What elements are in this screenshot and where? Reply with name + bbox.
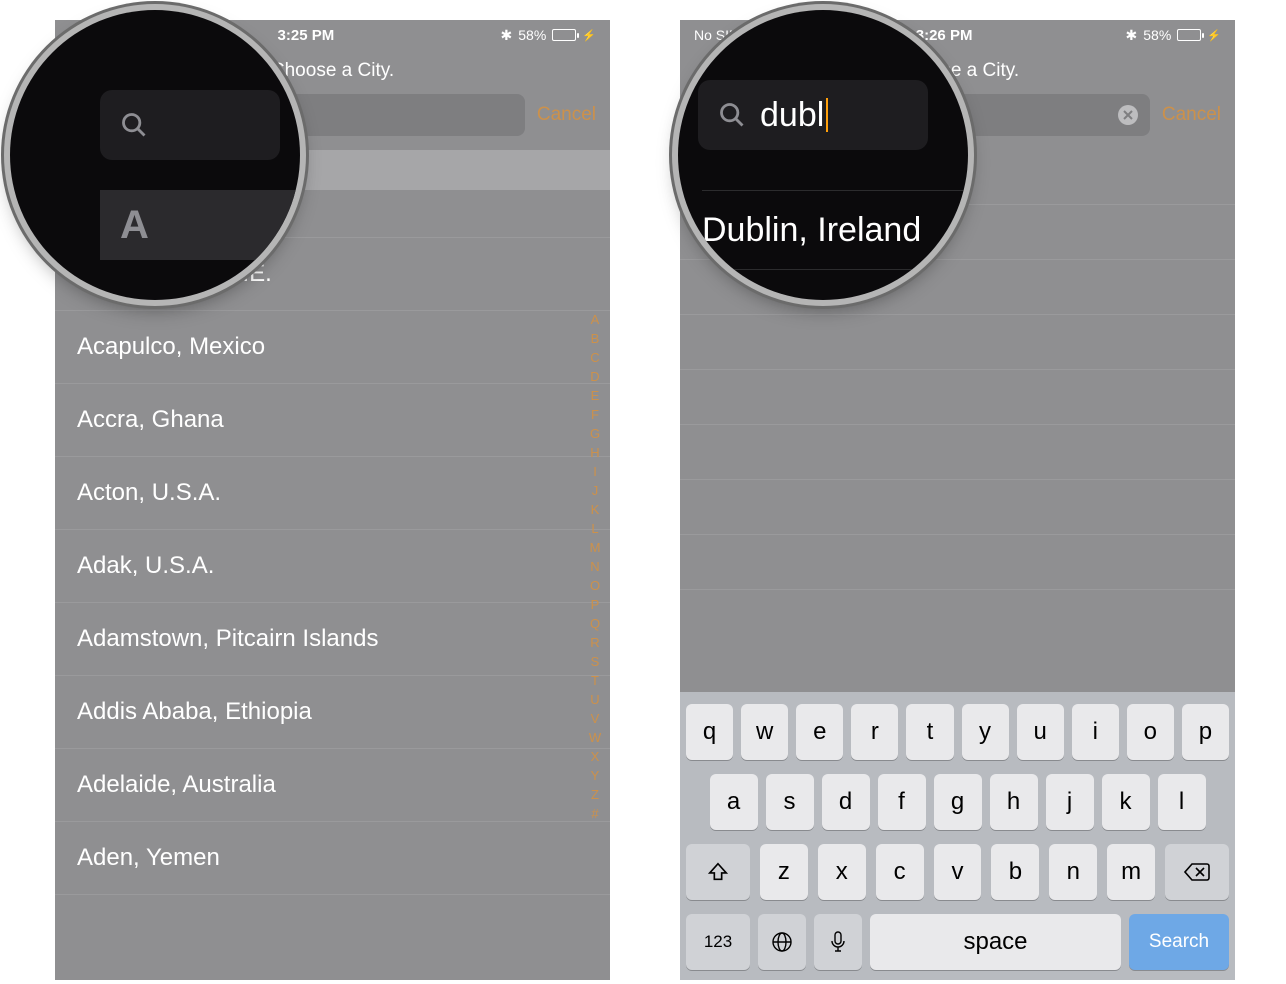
magnifier-callout: A [10, 10, 300, 300]
search-icon [718, 101, 746, 129]
key-q[interactable]: q [686, 704, 733, 760]
result-row[interactable] [680, 425, 1235, 480]
backspace-icon [1184, 862, 1210, 882]
key-b[interactable]: b [991, 844, 1039, 900]
search-input-zoomed[interactable]: dubl [698, 80, 928, 150]
search-icon [120, 111, 148, 139]
key-r[interactable]: r [851, 704, 898, 760]
search-input-zoomed[interactable] [100, 90, 280, 160]
key-globe[interactable] [758, 914, 806, 970]
section-letter: A [120, 203, 149, 248]
key-y[interactable]: y [962, 704, 1009, 760]
charging-icon: ⚡ [582, 29, 596, 42]
key-o[interactable]: o [1127, 704, 1174, 760]
city-row[interactable]: Adamstown, Pitcairn Islands [55, 603, 610, 676]
search-result-zoomed[interactable]: Dublin, Ireland [702, 190, 968, 270]
key-shift[interactable] [686, 844, 750, 900]
search-value-zoomed: dubl [760, 96, 824, 135]
cancel-button[interactable]: Cancel [1162, 104, 1221, 126]
key-p[interactable]: p [1182, 704, 1229, 760]
key-m[interactable]: m [1107, 844, 1155, 900]
city-row[interactable]: Adelaide, Australia [55, 749, 610, 822]
clear-search-button[interactable] [1118, 105, 1138, 125]
key-space[interactable]: space [870, 914, 1121, 970]
key-d[interactable]: d [822, 774, 870, 830]
result-row[interactable] [680, 535, 1235, 590]
key-l[interactable]: l [1158, 774, 1206, 830]
battery-icon [1177, 29, 1201, 41]
magnifier-callout: dubl Dublin, Ireland [678, 10, 968, 300]
result-row[interactable] [680, 480, 1235, 535]
key-s[interactable]: s [766, 774, 814, 830]
shift-icon [707, 861, 729, 883]
key-j[interactable]: j [1046, 774, 1094, 830]
city-row[interactable]: Accra, Ghana [55, 384, 610, 457]
battery-icon [552, 29, 576, 41]
bluetooth-icon: ✱ [1126, 27, 1138, 44]
city-row[interactable]: Aden, Yemen [55, 822, 610, 895]
battery-percent: 58% [518, 27, 546, 43]
key-g[interactable]: g [934, 774, 982, 830]
key-w[interactable]: w [741, 704, 788, 760]
text-cursor [826, 98, 828, 132]
close-icon [1123, 110, 1133, 120]
key-c[interactable]: c [876, 844, 924, 900]
key-dictation[interactable] [814, 914, 862, 970]
key-search[interactable]: Search [1129, 914, 1229, 970]
city-row[interactable]: Acton, U.S.A. [55, 457, 610, 530]
key-backspace[interactable] [1165, 844, 1229, 900]
charging-icon: ⚡ [1207, 29, 1221, 42]
key-x[interactable]: x [818, 844, 866, 900]
result-row[interactable] [680, 370, 1235, 425]
key-n[interactable]: n [1049, 844, 1097, 900]
section-header-zoomed: A [100, 190, 300, 260]
city-row[interactable]: Adak, U.S.A. [55, 530, 610, 603]
battery-percent: 58% [1143, 27, 1171, 43]
cancel-button[interactable]: Cancel [537, 104, 596, 126]
keyboard: q w e r t y u i o p a s d f g h j k l z [680, 692, 1235, 980]
key-i[interactable]: i [1072, 704, 1119, 760]
key-e[interactable]: e [796, 704, 843, 760]
key-z[interactable]: z [760, 844, 808, 900]
result-row[interactable] [680, 315, 1235, 370]
key-a[interactable]: a [710, 774, 758, 830]
key-v[interactable]: v [934, 844, 982, 900]
key-t[interactable]: t [906, 704, 953, 760]
key-u[interactable]: u [1017, 704, 1064, 760]
key-numbers[interactable]: 123 [686, 914, 750, 970]
city-row[interactable]: Addis Ababa, Ethiopia [55, 676, 610, 749]
key-k[interactable]: k [1102, 774, 1150, 830]
globe-icon [770, 930, 794, 954]
key-f[interactable]: f [878, 774, 926, 830]
alphabet-index[interactable]: ABCDEFGHIJKLMNOPQRSTUVWXYZ# [586, 310, 604, 823]
city-row[interactable]: Acapulco, Mexico [55, 311, 610, 384]
bluetooth-icon: ✱ [501, 27, 513, 44]
key-h[interactable]: h [990, 774, 1038, 830]
mic-icon [829, 930, 847, 954]
